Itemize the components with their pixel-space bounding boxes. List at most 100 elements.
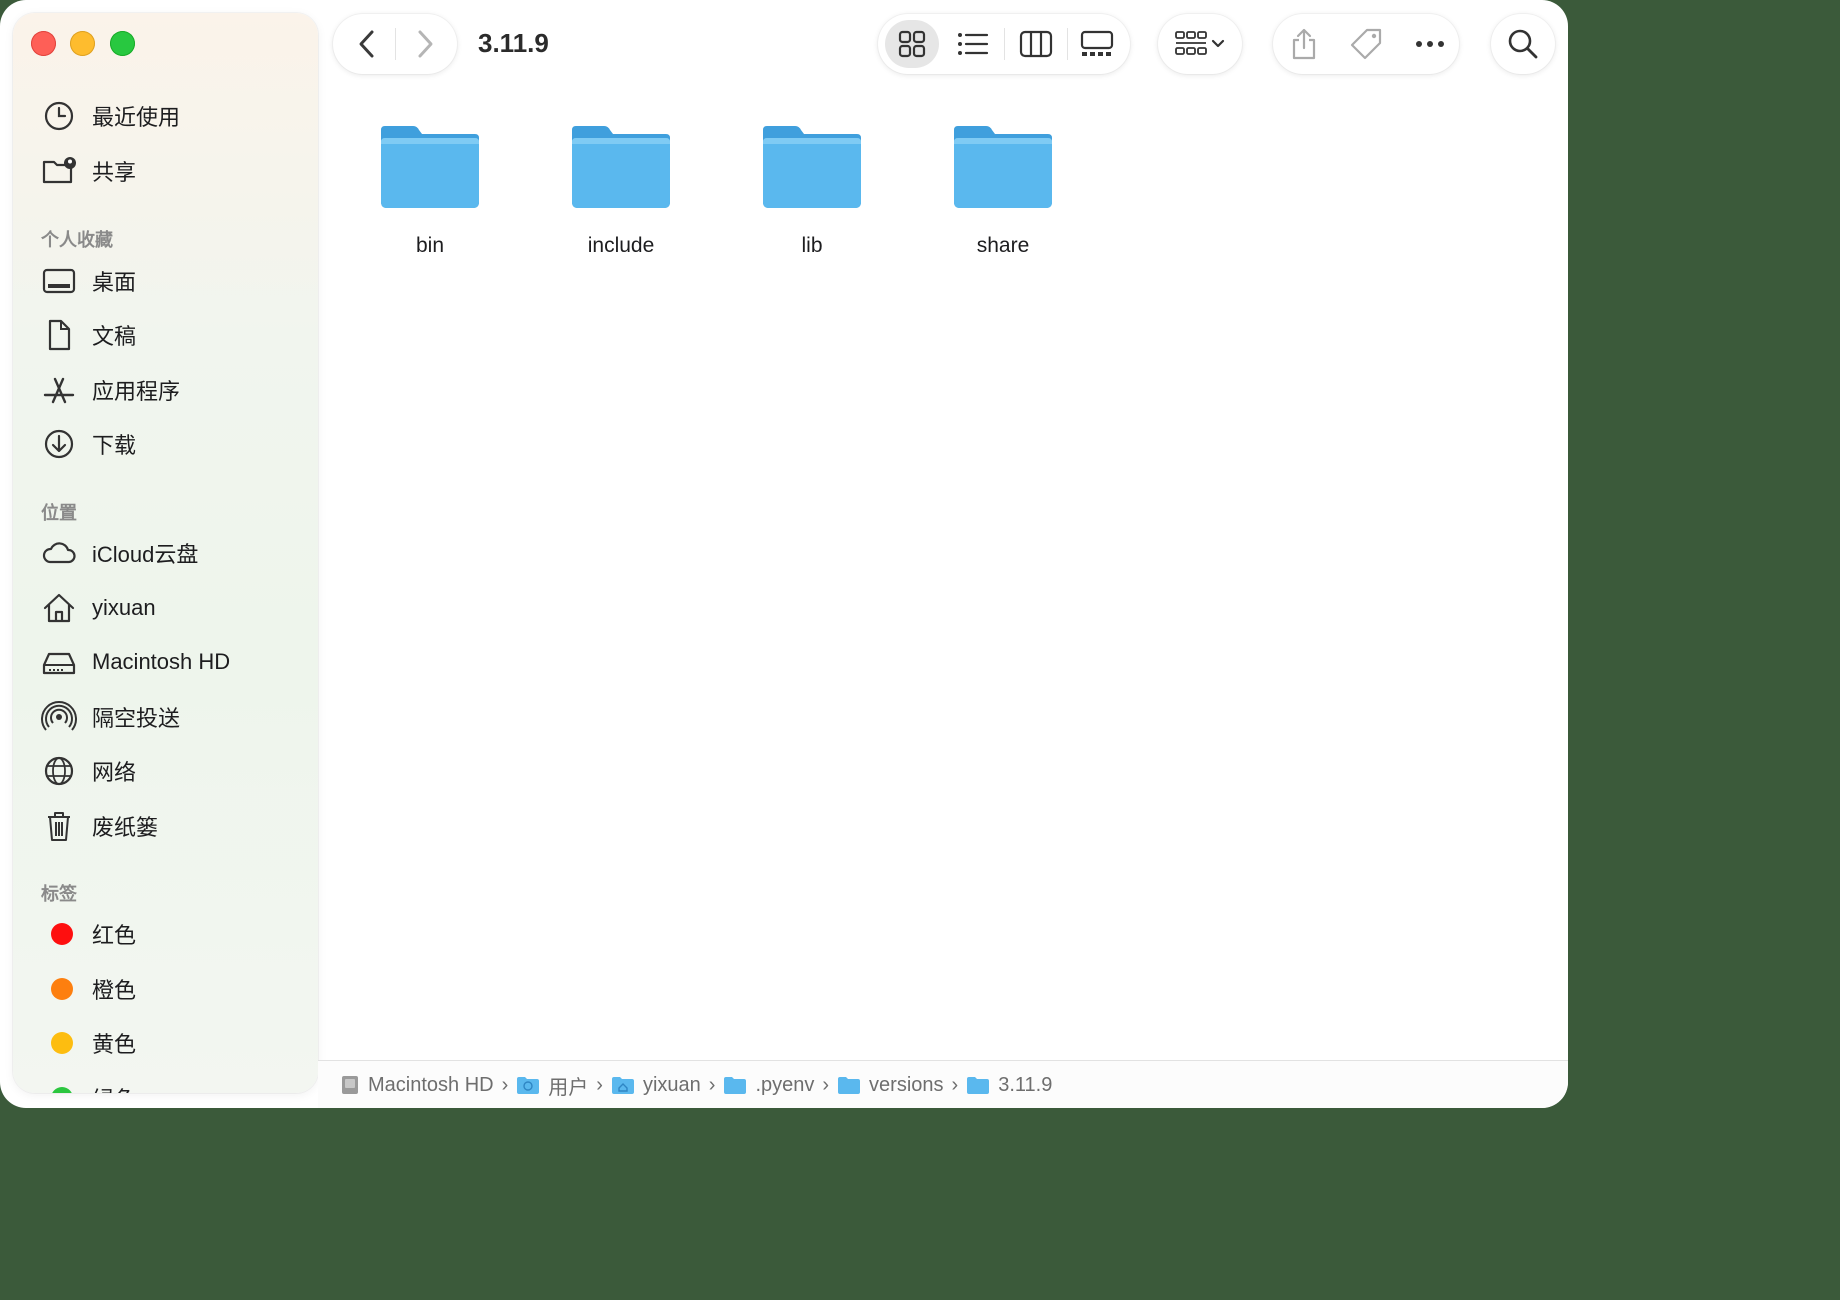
tag-button[interactable]	[1343, 20, 1389, 68]
folder-name: include	[587, 234, 655, 257]
group-by-group	[1158, 14, 1242, 74]
ellipsis-icon	[1416, 41, 1444, 47]
users-folder-icon	[517, 1077, 540, 1094]
harddrive-icon	[342, 1076, 358, 1094]
share-button[interactable]	[1281, 20, 1327, 68]
folder-icon	[967, 1077, 990, 1094]
path-crumb[interactable]: 3.11.9	[966, 1074, 1052, 1097]
chevron-right-icon	[418, 30, 433, 58]
back-button[interactable]	[347, 24, 387, 64]
folder-item[interactable]: lib	[742, 122, 882, 272]
list-icon	[958, 33, 989, 55]
group-by-icon	[1175, 31, 1225, 55]
sidebar-item-tag-yellow[interactable]: 黄色	[41, 1021, 301, 1065]
folder-item[interactable]: bin	[360, 122, 500, 272]
sidebar-item-desktop[interactable]: 桌面	[41, 259, 301, 303]
path-crumb[interactable]: .pyenv	[723, 1074, 814, 1097]
sidebar-item-documents[interactable]: 文稿	[41, 313, 301, 357]
sidebar-item-label: Macintosh HD	[92, 649, 231, 674]
green-tag-dot-icon	[51, 1087, 73, 1093]
sidebar-item-network[interactable]: 网络	[41, 749, 301, 793]
forward-button[interactable]	[405, 24, 445, 64]
path-crumb-label: 用户	[548, 1076, 589, 1099]
chevron-right-icon: ›	[708, 1073, 716, 1096]
applications-icon	[41, 372, 83, 408]
folder-icon	[381, 126, 479, 208]
more-button[interactable]	[1407, 20, 1453, 68]
folder-item[interactable]: share	[933, 122, 1073, 272]
divider	[395, 28, 396, 60]
chevron-right-icon: ›	[822, 1073, 830, 1096]
divider	[1004, 28, 1005, 60]
icon-view-button[interactable]	[885, 20, 939, 68]
path-bar: Macintosh HD › 用户 › yixuan › .pyenv › ve…	[318, 1060, 1568, 1108]
divider	[1067, 28, 1068, 60]
path-crumb-label: .pyenv	[755, 1073, 815, 1096]
folder-icon	[724, 1077, 747, 1094]
red-tag-dot-icon	[51, 923, 73, 945]
folder-item[interactable]: include	[551, 122, 691, 272]
sidebar-item-home[interactable]: yixuan	[41, 586, 301, 630]
path-crumb-label: yixuan	[642, 1073, 701, 1096]
folder-name: lib	[801, 234, 823, 257]
clock-icon	[41, 98, 83, 134]
sidebar-item-recents[interactable]: 最近使用	[41, 94, 301, 138]
sidebar-item-label: 下载	[92, 433, 137, 458]
sidebar-item-label: 文稿	[92, 324, 137, 349]
locations-header: 位置	[41, 503, 77, 523]
sidebar-item-label: iCloud云盘	[92, 542, 199, 567]
yellow-tag-dot-icon	[51, 1032, 73, 1054]
home-folder-icon	[611, 1077, 634, 1094]
path-crumb[interactable]: 用户	[516, 1071, 588, 1100]
sidebar-item-label: 应用程序	[92, 379, 181, 404]
favorites-header: 个人收藏	[41, 230, 113, 250]
sidebar: 最近使用 共享 个人收藏 桌面 文稿 应用程序 下载 位置 iCloud云盘 y…	[13, 13, 318, 1093]
chevron-right-icon: ›	[501, 1073, 509, 1096]
sidebar-item-downloads[interactable]: 下载	[41, 422, 301, 466]
view-mode-group	[878, 14, 1130, 74]
sidebar-item-macintosh-hd[interactable]: Macintosh HD	[41, 640, 301, 684]
sidebar-item-label: yixuan	[92, 595, 156, 620]
columns-icon	[1019, 30, 1053, 58]
sidebar-item-tag-orange[interactable]: 橙色	[41, 967, 301, 1011]
airdrop-icon	[41, 699, 83, 735]
close-window-button[interactable]	[31, 31, 56, 56]
sidebar-item-label: 桌面	[92, 270, 137, 295]
minimize-window-button[interactable]	[70, 31, 95, 56]
zoom-window-button[interactable]	[110, 31, 135, 56]
list-view-button[interactable]	[948, 20, 998, 68]
sidebar-item-applications[interactable]: 应用程序	[41, 368, 301, 412]
sidebar-item-tag-green[interactable]: 绿色	[41, 1076, 301, 1093]
orange-tag-dot-icon	[51, 978, 73, 1000]
folder-icon	[954, 126, 1052, 208]
document-icon	[41, 317, 83, 353]
search-button[interactable]	[1499, 20, 1547, 68]
download-icon	[41, 426, 83, 462]
search-icon	[1508, 29, 1538, 59]
sidebar-item-tag-red[interactable]: 红色	[41, 912, 301, 956]
column-view-button[interactable]	[1011, 20, 1061, 68]
path-crumb[interactable]: versions	[837, 1073, 944, 1097]
navigation-group	[333, 14, 457, 74]
group-by-button[interactable]	[1166, 20, 1236, 68]
path-crumb[interactable]: yixuan	[611, 1074, 701, 1097]
sidebar-item-label: 废纸篓	[92, 815, 159, 840]
harddrive-icon	[41, 644, 83, 680]
actions-group	[1273, 14, 1459, 74]
path-crumb-label: versions	[869, 1073, 944, 1096]
desktop-icon	[41, 263, 83, 299]
gallery-view-button[interactable]	[1072, 20, 1122, 68]
window-title: 3.11.9	[478, 28, 549, 58]
sidebar-item-trash[interactable]: 废纸篓	[41, 804, 301, 848]
sidebar-item-label: 红色	[92, 923, 137, 948]
share-icon	[1292, 28, 1316, 60]
path-crumb[interactable]: Macintosh HD	[340, 1074, 494, 1097]
sidebar-item-airdrop[interactable]: 隔空投送	[41, 695, 301, 739]
sidebar-item-label: 隔空投送	[92, 706, 181, 731]
sidebar-item-shared[interactable]: 共享	[41, 149, 301, 193]
sidebar-item-label: 橙色	[92, 978, 137, 1003]
trash-icon	[41, 808, 83, 844]
sidebar-item-icloud[interactable]: iCloud云盘	[41, 531, 301, 575]
path-crumb-label: 3.11.9	[998, 1073, 1053, 1096]
tag-icon	[1350, 28, 1382, 60]
